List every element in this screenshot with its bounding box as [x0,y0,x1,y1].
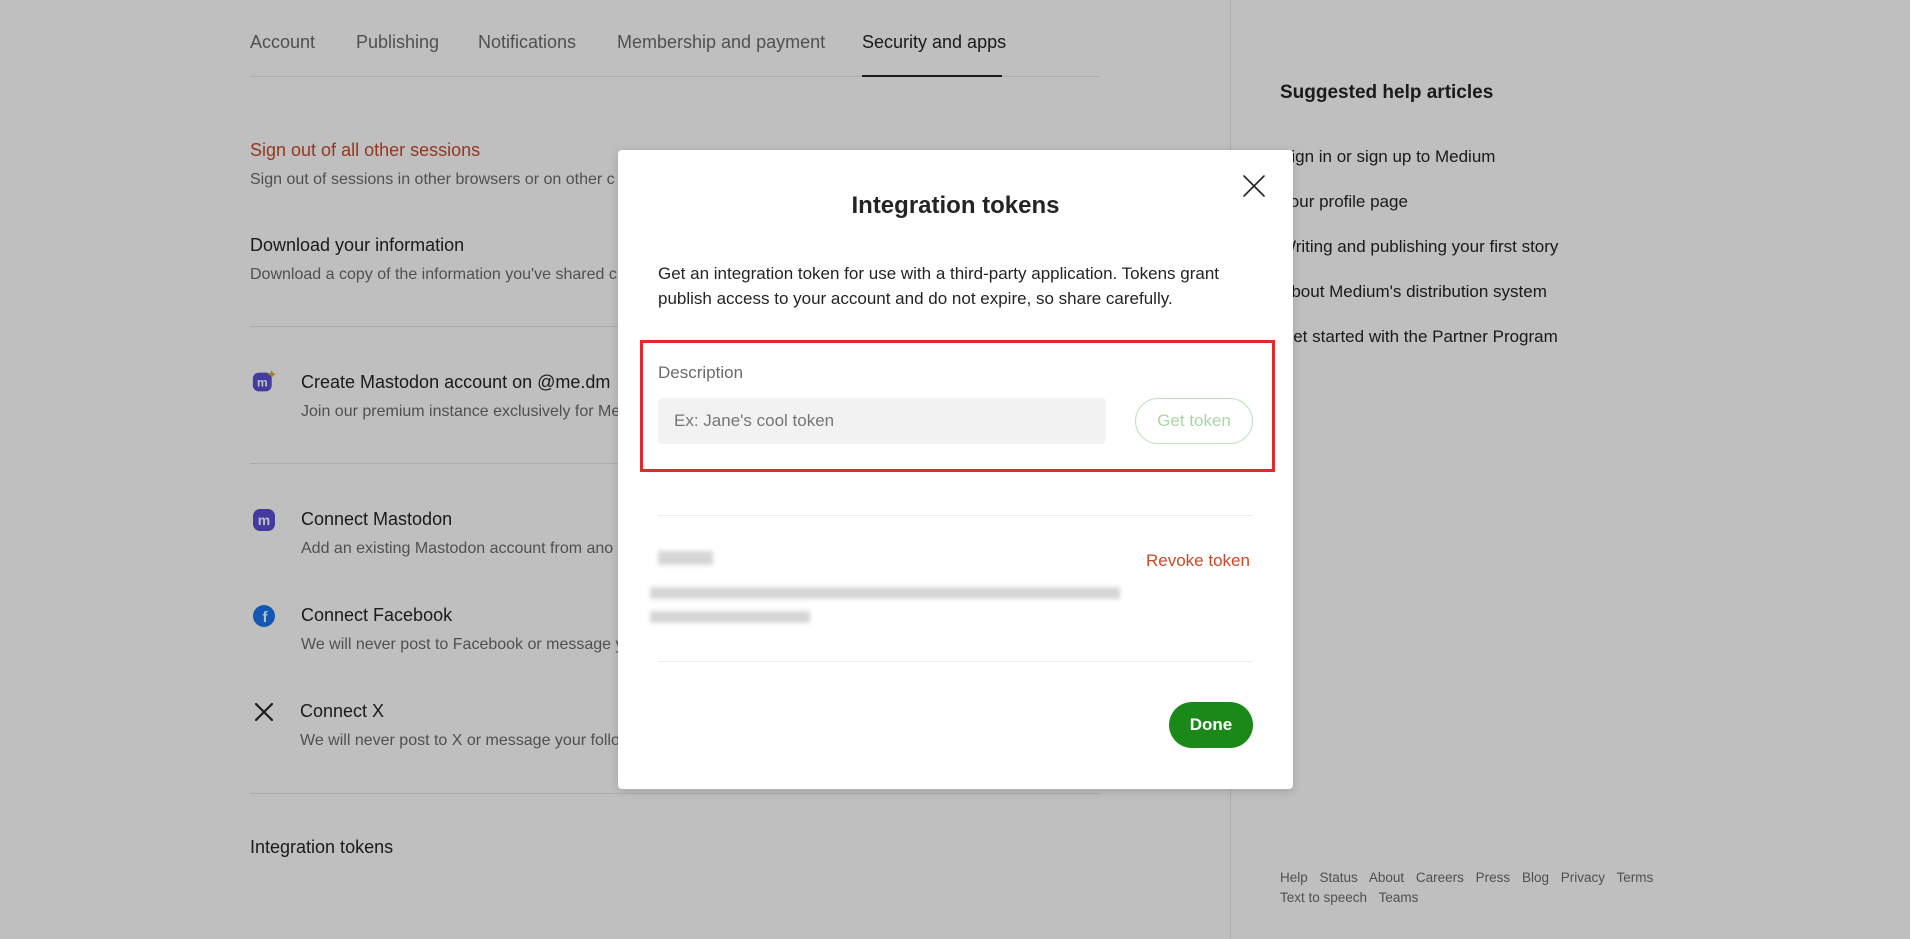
redacted-token-value [650,587,1120,599]
token-description-input[interactable] [658,398,1106,444]
integration-tokens-dialog: Integration tokens Get an integration to… [618,150,1293,789]
settings-page: Account Publishing Notifications Members… [0,0,1910,939]
get-token-button[interactable]: Get token [1135,398,1253,444]
dialog-description: Get an integration token for use with a … [658,264,1220,308]
redacted-token-date [650,611,810,623]
close-icon[interactable] [1240,172,1268,200]
dialog-title: Integration tokens [851,192,1060,219]
dialog-divider [658,661,1253,662]
dialog-divider [658,515,1253,516]
done-button[interactable]: Done [1169,702,1253,748]
revoke-token-button[interactable]: Revoke token [1146,551,1250,571]
description-label: Description [658,363,744,382]
redacted-token-name [658,551,713,565]
